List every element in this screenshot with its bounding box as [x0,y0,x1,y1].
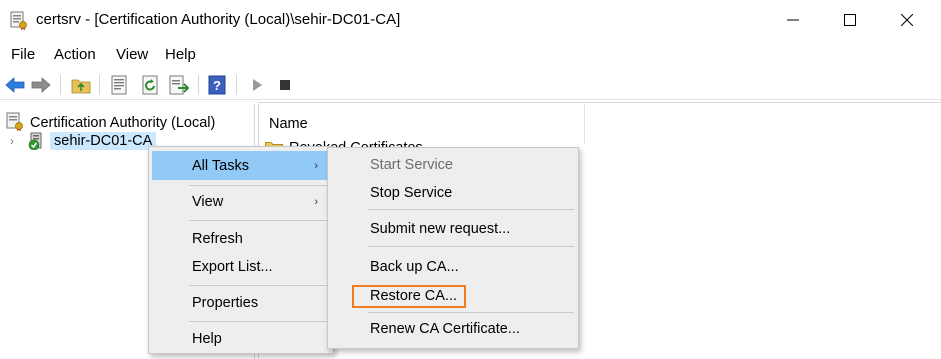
up-folder-button[interactable] [70,74,92,96]
menu-item-all-tasks[interactable]: All Tasks › [152,151,330,180]
window-title: certsrv - [Certification Authority (Loca… [36,11,401,28]
close-button[interactable] [884,0,930,40]
menu-separator [189,321,329,322]
help-icon: ? [208,75,226,95]
close-icon [901,14,913,26]
menu-item-stop-service[interactable]: Stop Service [331,179,575,207]
menu-item-label: Help [192,330,222,347]
menu-item-label: All Tasks [192,157,249,174]
menu-bar: File Action View Help [0,42,941,68]
menu-item-label: Stop Service [370,185,453,201]
toolbar-separator [198,75,199,95]
stop-service-button[interactable] [274,74,296,96]
menu-item-label: Back up CA... [370,259,459,275]
menu-help[interactable]: Help [165,46,196,63]
menu-item-label: View [192,193,224,210]
start-service-button[interactable] [246,74,268,96]
menu-separator [189,285,329,286]
back-icon [5,77,25,93]
tree-item-root[interactable]: Certification Authority (Local) [6,111,215,134]
pane-divider [258,102,941,103]
maximize-icon [844,14,856,26]
svg-text:?: ? [213,78,221,93]
title-bar: certsrv - [Certification Authority (Loca… [0,0,941,42]
menu-action[interactable]: Action [54,46,96,63]
menu-item-label: Refresh [192,230,243,247]
help-button[interactable]: ? [206,74,228,96]
all-tasks-submenu: Start Service Stop Service Submit new re… [327,147,579,349]
toolbar-separator [236,75,237,95]
toolbar-separator [60,75,61,95]
export-icon [169,75,189,95]
tree-item-ca[interactable]: › sehir-DC01-CA [10,132,157,151]
chevron-right-icon: › [314,159,318,172]
start-icon [253,79,262,91]
column-divider[interactable] [584,104,585,144]
context-menu: All Tasks › View › Refresh Export List..… [148,146,334,354]
menu-item-help[interactable]: Help [152,324,330,353]
restore-ca-highlight [352,285,466,308]
toolbar-separator [99,75,100,95]
certsrv-icon [10,10,28,30]
menu-separator [368,209,574,210]
stop-icon [280,80,290,90]
properties-icon [111,75,127,95]
menu-item-label: Start Service [370,157,453,173]
export-button[interactable] [168,74,190,96]
tree-ca-label: sehir-DC01-CA [50,132,157,150]
column-header-name[interactable]: Name [269,116,308,132]
menu-item-renew-ca-certificate[interactable]: Renew CA Certificate... [331,315,575,343]
refresh-button[interactable] [139,74,161,96]
menu-item-label: Export List... [192,258,273,275]
menu-item-refresh[interactable]: Refresh [152,224,330,253]
refresh-icon [142,75,158,95]
menu-item-label: Renew CA Certificate... [370,321,520,337]
menu-separator [189,185,329,186]
menu-item-label: Properties [192,294,259,311]
menu-item-properties[interactable]: Properties [152,288,330,317]
chevron-right-icon[interactable]: › [10,134,22,148]
maximize-button[interactable] [827,0,873,40]
menu-separator [189,220,329,221]
tree-root-label: Certification Authority (Local) [30,114,216,131]
menu-separator [368,246,574,247]
toolbar: ? [0,69,941,100]
menu-file[interactable]: File [11,46,35,63]
menu-item-export-list[interactable]: Export List... [152,252,330,281]
properties-button[interactable] [108,74,130,96]
chevron-right-icon: › [314,195,318,208]
menu-item-submit-request[interactable]: Submit new request... [331,215,575,243]
menu-item-view[interactable]: View › [152,187,330,216]
forward-button[interactable] [30,74,52,96]
up-folder-icon [71,79,91,94]
menu-item-start-service: Start Service [331,151,575,179]
forward-icon [31,77,51,93]
menu-item-label: Submit new request... [370,221,511,237]
certification-authority-icon [6,111,24,134]
minimize-icon [787,19,799,21]
menu-view[interactable]: View [116,46,148,63]
menu-item-back-up-ca[interactable]: Back up CA... [331,253,575,281]
minimize-button[interactable] [770,0,816,40]
ca-server-icon [28,132,46,151]
back-button[interactable] [4,74,26,96]
menu-separator [368,312,574,313]
